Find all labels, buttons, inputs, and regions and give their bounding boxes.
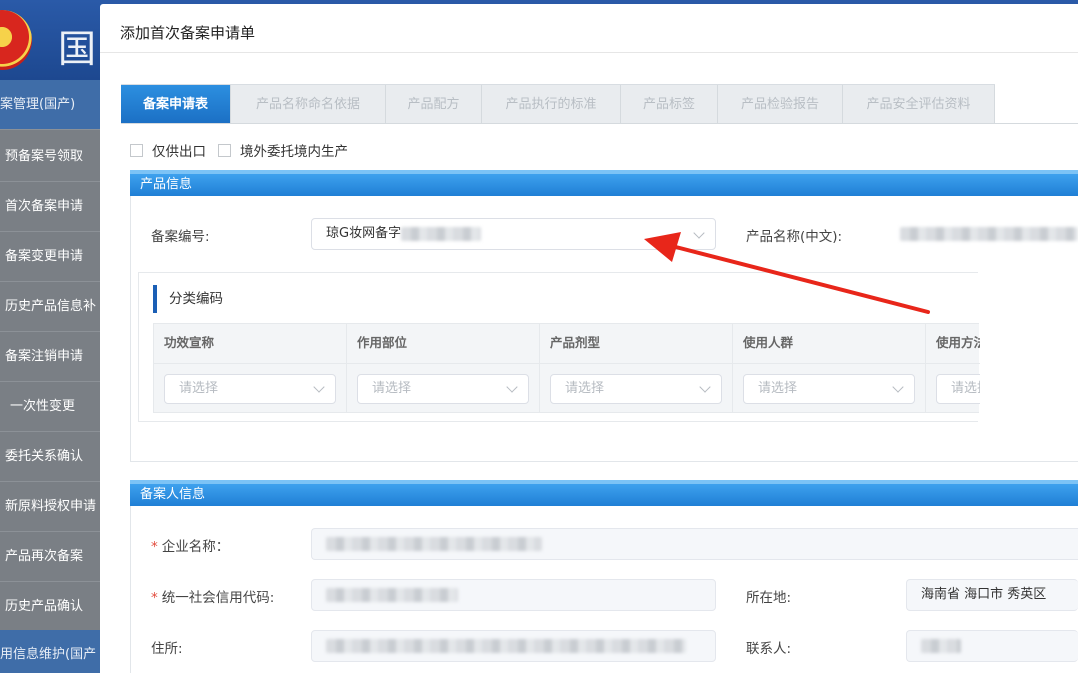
add-filing-dialog: 添加首次备案申请单 备案申请表 产品名称命名依据 产品配方 产品执行的标准 产品… <box>100 4 1078 673</box>
grid-col-usage-method: 使用方法 请选择 <box>926 324 980 412</box>
select-placeholder: 请选择 <box>565 381 605 396</box>
grid-col-user-group: 使用人群 请选择 <box>733 324 926 412</box>
required-mark: * <box>151 590 158 606</box>
contact-input[interactable] <box>906 630 1078 662</box>
credit-code-label: * 统一社会信用代码: <box>151 586 274 606</box>
sidebar-group-credit[interactable]: 用信息维护(国产 <box>0 630 100 673</box>
credit-code-label-text: 统一社会信用代码: <box>161 590 275 606</box>
product-name-value <box>900 226 1078 241</box>
sidebar-item[interactable]: 委托关系确认 <box>0 432 100 482</box>
select-placeholder: 请选择 <box>951 381 980 396</box>
tab-formula[interactable]: 产品配方 <box>386 85 482 124</box>
overseas-commission-checkbox[interactable] <box>218 143 231 157</box>
filing-no-value: 琼G妆网备字 <box>326 226 402 241</box>
sidebar-item[interactable]: 一次性变更 <box>0 382 100 432</box>
usage-method-select[interactable]: 请选择 <box>936 374 980 404</box>
overseas-commission-label: 境外委托境内生产 <box>240 144 348 160</box>
company-name-input[interactable] <box>311 528 1078 560</box>
company-name-label-text: 企业名称： <box>161 539 230 555</box>
sidebar-item[interactable]: 备案注销申请 <box>0 332 100 382</box>
product-name-label: 产品名称(中文): <box>746 229 843 245</box>
chevron-down-icon <box>892 381 904 393</box>
sidebar-item[interactable]: 首次备案申请 <box>0 182 100 232</box>
dosage-form-select[interactable]: 请选择 <box>550 374 722 404</box>
chevron-down-icon <box>506 381 518 393</box>
filing-no-select[interactable]: 琼G妆网备字 <box>311 218 716 250</box>
tab-naming-basis[interactable]: 产品名称命名依据 <box>231 85 386 124</box>
national-emblem-icon <box>0 10 32 70</box>
app-title: 国 <box>58 27 97 71</box>
product-info-heading: 产品信息 <box>130 170 1078 196</box>
select-placeholder: 请选择 <box>372 381 412 396</box>
grid-col-efficacy: 功效宣称 请选择 <box>154 324 347 412</box>
tab-standards[interactable]: 产品执行的标准 <box>482 85 621 124</box>
checkbox-row: 仅供出口 境外委托境内生产 <box>130 140 360 160</box>
location-input[interactable]: 海南省 海口市 秀英区 <box>906 579 1078 611</box>
body-part-select[interactable]: 请选择 <box>357 374 529 404</box>
grid-header: 作用部位 <box>347 324 539 364</box>
tab-inspection-report[interactable]: 产品检验报告 <box>718 85 843 124</box>
redacted-text <box>401 226 482 241</box>
address-label: 住所: <box>151 641 183 657</box>
chevron-down-icon <box>693 227 705 239</box>
select-placeholder: 请选择 <box>758 381 798 396</box>
export-only-checkbox[interactable] <box>130 143 143 157</box>
sidebar-item[interactable]: 新原料授权申请 <box>0 482 100 532</box>
sidebar-item[interactable]: 备案变更申请 <box>0 232 100 282</box>
classification-box: 分类编码 功效宣称 请选择 作用部位 请选择 产品剂型 请选择 使用人群 请选择… <box>138 272 980 422</box>
sidebar-group-filing[interactable]: 案管理(国产) <box>0 80 100 130</box>
chevron-down-icon <box>699 381 711 393</box>
grid-header: 使用方法 <box>926 324 980 364</box>
tab-underline <box>121 123 1078 124</box>
dialog-divider <box>100 52 1078 53</box>
location-label: 所在地: <box>746 590 792 606</box>
address-input[interactable] <box>311 630 716 662</box>
credit-code-input[interactable] <box>311 579 716 611</box>
grid-header: 功效宣称 <box>154 324 346 364</box>
contact-label: 联系人: <box>746 641 792 657</box>
chevron-down-icon <box>313 381 325 393</box>
grid-header: 使用人群 <box>733 324 925 364</box>
classification-title: 分类编码 <box>153 285 223 313</box>
redacted-text <box>326 587 458 602</box>
filing-no-label: 备案编号: <box>151 229 210 245</box>
applicant-info-heading: 备案人信息 <box>130 480 1078 506</box>
sidebar-item[interactable]: 预备案号领取 <box>0 132 100 182</box>
classification-grid: 功效宣称 请选择 作用部位 请选择 产品剂型 请选择 使用人群 请选择 使用方法… <box>153 323 980 413</box>
tab-label[interactable]: 产品标签 <box>621 85 718 124</box>
sidebar-item[interactable]: 历史产品确认 <box>0 582 100 632</box>
redacted-text <box>326 638 686 653</box>
export-only-label: 仅供出口 <box>152 144 206 160</box>
grid-col-dosage-form: 产品剂型 请选择 <box>540 324 733 412</box>
redacted-text <box>326 536 542 551</box>
tab-safety-assessment[interactable]: 产品安全评估资料 <box>843 85 995 124</box>
sidebar: 案管理(国产) 预备案号领取 首次备案申请 备案变更申请 历史产品信息补 备案注销申请一… <box>0 80 100 673</box>
redacted-text <box>900 226 1078 241</box>
sidebar-item[interactable]: 产品再次备案 <box>0 532 100 582</box>
grid-header: 产品剂型 <box>540 324 732 364</box>
sidebar-item[interactable]: 历史产品信息补 <box>0 282 100 332</box>
user-group-select[interactable]: 请选择 <box>743 374 915 404</box>
dialog-title: 添加首次备案申请单 <box>120 24 256 42</box>
required-mark: * <box>151 539 158 555</box>
redacted-text <box>921 638 961 653</box>
grid-col-body-part: 作用部位 请选择 <box>347 324 540 412</box>
tab-application-form[interactable]: 备案申请表 <box>121 85 231 124</box>
efficacy-select[interactable]: 请选择 <box>164 374 336 404</box>
company-name-label: * 企业名称： <box>151 535 229 555</box>
tab-bar: 备案申请表 产品名称命名依据 产品配方 产品执行的标准 产品标签 产品检验报告 … <box>121 84 995 124</box>
select-placeholder: 请选择 <box>179 381 219 396</box>
